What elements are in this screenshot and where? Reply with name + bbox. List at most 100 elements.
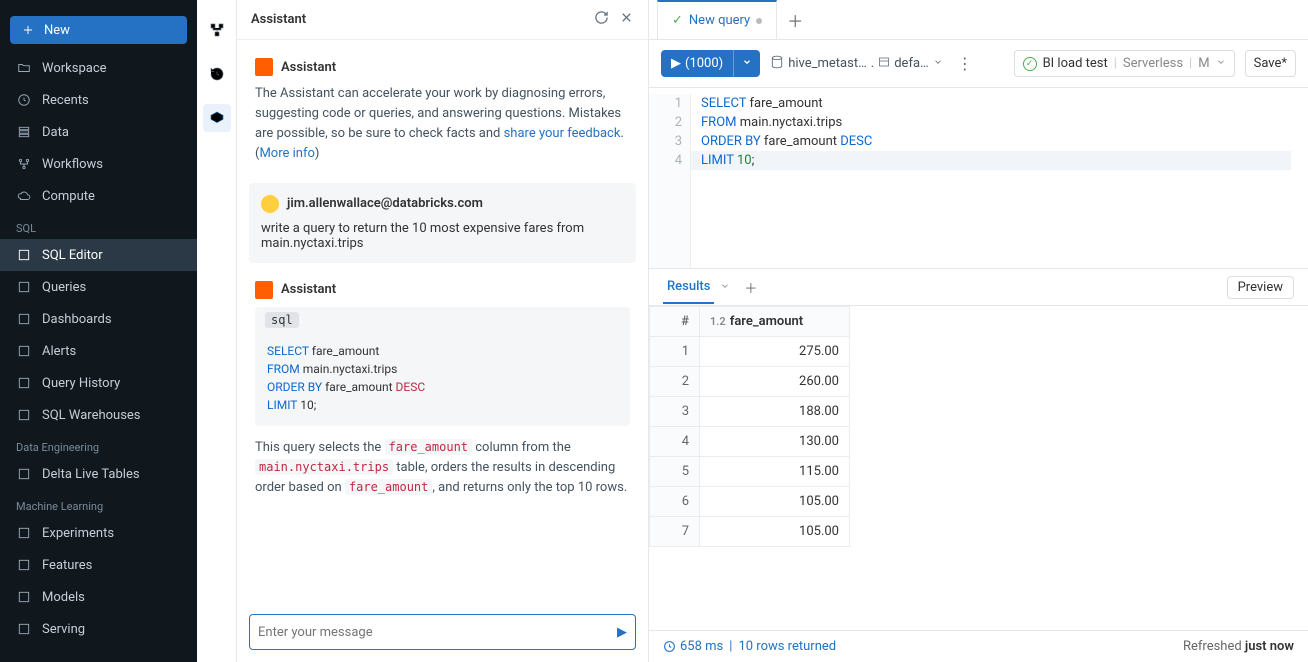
refreshed-label: Refreshed just now [1183, 639, 1294, 654]
col-fare-amount[interactable]: 1.2fare_amount [700, 307, 850, 337]
generic-icon [16, 311, 32, 327]
catalog-selector[interactable]: hive_metast… . defa… [770, 55, 943, 73]
assistant-avatar-icon [255, 281, 273, 299]
check-icon: ✓ [1023, 57, 1037, 71]
add-tab-button[interactable]: ＋ [787, 8, 803, 32]
run-button[interactable]: ▶(1000) [661, 50, 733, 77]
editor-toolbar: ▶(1000) hive_metast… . defa… ⋮ ✓ BI load… [649, 40, 1308, 88]
play-icon: ▶ [671, 56, 681, 71]
table-row[interactable]: 6105.00 [650, 487, 850, 517]
assistant-rail [197, 0, 237, 662]
section-machine-learning: Machine Learning [0, 490, 197, 517]
data-icon [16, 124, 32, 140]
clock-icon [16, 92, 32, 108]
generic-icon [16, 407, 32, 423]
generic-icon [16, 279, 32, 295]
sidebar-item-queries[interactable]: Queries [0, 271, 197, 303]
results-table: # 1.2fare_amount 1275.002260.003188.0041… [649, 306, 850, 547]
sidebar-item-workspace[interactable]: Workspace [0, 52, 197, 84]
sidebar-item-recents[interactable]: Recents [0, 84, 197, 116]
user-text: write a query to return the 10 most expe… [261, 221, 624, 251]
numeric-icon: 1.2 [710, 315, 726, 328]
table-row[interactable]: 3188.00 [650, 397, 850, 427]
table-row[interactable]: 2260.00 [650, 367, 850, 397]
results-footer: 658 ms | 10 rows returned Refreshed just… [649, 630, 1308, 662]
user-message: jim.allenwallace@databricks.com write a … [249, 183, 636, 263]
check-icon: ✓ [672, 13, 683, 28]
section-data-engineering: Data Engineering [0, 431, 197, 458]
generic-icon [16, 247, 32, 263]
sidebar-item-alerts[interactable]: Alerts [0, 335, 197, 367]
folder-icon [16, 60, 32, 76]
generic-icon [16, 621, 32, 637]
database-icon [770, 55, 784, 73]
plus-icon [20, 22, 36, 38]
editor-panel: ✓ New query ＋ ▶(1000) hive_metast… . def… [649, 0, 1308, 662]
table-row[interactable]: 4130.00 [650, 427, 850, 457]
assistant-input[interactable] [258, 625, 617, 640]
chevron-down-icon [1216, 56, 1226, 71]
close-icon[interactable] [619, 10, 634, 29]
sidebar-item-models[interactable]: Models [0, 581, 197, 613]
sidebar-item-features[interactable]: Features [0, 549, 197, 581]
send-button[interactable]: ▶ [617, 625, 627, 640]
editor-tabs: ✓ New query ＋ [649, 0, 1308, 40]
preview-button[interactable]: Preview [1227, 276, 1294, 299]
assistant-intro-text: The Assistant can accelerate your work b… [255, 84, 630, 165]
sidebar-item-sql-editor[interactable]: SQL Editor [0, 239, 197, 271]
rows-returned: 10 rows returned [738, 639, 836, 654]
table-row[interactable]: 5115.00 [650, 457, 850, 487]
assistant-intro: Assistant The Assistant can accelerate y… [243, 54, 642, 179]
sidebar-item-experiments[interactable]: Experiments [0, 517, 197, 549]
schema-browser-button[interactable] [203, 16, 231, 44]
chevron-down-icon [933, 56, 943, 71]
assistant-panel: Assistant Assistant The Assistant can ac… [237, 0, 649, 662]
assistant-conversation: Assistant The Assistant can accelerate y… [237, 40, 648, 606]
new-button[interactable]: New [10, 16, 187, 44]
run-dropdown[interactable] [733, 50, 760, 77]
sidebar-item-data[interactable]: Data [0, 116, 197, 148]
section-sql: SQL [0, 212, 197, 239]
sidebar-item-workflows[interactable]: Workflows [0, 148, 197, 180]
assistant-avatar-icon [255, 58, 273, 76]
tab-new-query[interactable]: ✓ New query [657, 0, 777, 39]
sidebar-item-sql-warehouses[interactable]: SQL Warehouses [0, 399, 197, 431]
add-visualization[interactable]: ＋ [744, 278, 757, 297]
assistant-reply: Assistant sql SELECT fare_amountFROM mai… [243, 277, 642, 512]
generic-icon [16, 466, 32, 482]
col-index[interactable]: # [650, 307, 700, 337]
left-sidebar: New WorkspaceRecentsDataWorkflowsCompute… [0, 0, 197, 662]
table-row[interactable]: 1275.00 [650, 337, 850, 367]
refresh-icon[interactable] [594, 10, 609, 29]
generic-icon [16, 343, 32, 359]
more-info-link[interactable]: More info [259, 146, 314, 161]
results-dropdown[interactable] [720, 280, 730, 295]
run-group: ▶(1000) [661, 50, 760, 77]
results-header: Results ＋ Preview [649, 268, 1308, 306]
results-tab[interactable]: Results [663, 271, 714, 304]
sidebar-item-compute[interactable]: Compute [0, 180, 197, 212]
assistant-title: Assistant [251, 12, 306, 27]
code-lang: sql [265, 312, 299, 328]
assistant-button[interactable] [203, 104, 231, 132]
user-avatar-icon [261, 195, 279, 213]
history-button[interactable] [203, 60, 231, 88]
sidebar-item-delta-live-tables[interactable]: Delta Live Tables [0, 458, 197, 490]
line-gutter: 1234 [649, 94, 691, 268]
save-button[interactable]: Save* [1245, 50, 1296, 77]
generic-icon [16, 589, 32, 605]
tab-label: New query [689, 13, 750, 28]
sidebar-item-query-history[interactable]: Query History [0, 367, 197, 399]
feedback-link[interactable]: share your feedback [504, 126, 621, 141]
code-editor[interactable]: 1234 SELECT fare_amountFROM main.nyctaxi… [649, 88, 1308, 268]
sidebar-item-serving[interactable]: Serving [0, 613, 197, 645]
schema-icon [878, 56, 890, 72]
assistant-header: Assistant [237, 0, 648, 40]
results-table-wrap: # 1.2fare_amount 1275.002260.003188.0041… [649, 306, 1308, 630]
table-row[interactable]: 7105.00 [650, 517, 850, 547]
code-block: sql SELECT fare_amountFROM main.nyctaxi.… [255, 307, 630, 426]
sidebar-item-dashboards[interactable]: Dashboards [0, 303, 197, 335]
kebab-menu[interactable]: ⋮ [953, 54, 977, 73]
warehouse-selector[interactable]: ✓ BI load test | Serverless | M [1014, 50, 1235, 77]
unsaved-icon [756, 18, 762, 24]
